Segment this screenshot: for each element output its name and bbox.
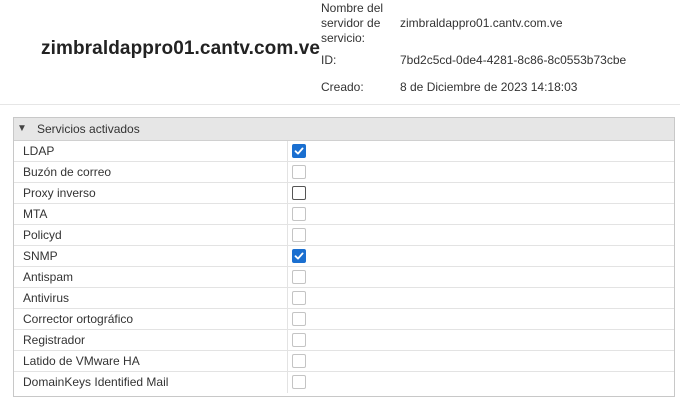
service-name-label-line: servicio: xyxy=(321,31,366,45)
service-label: Proxy inverso xyxy=(23,186,96,200)
service-label: Buzón de correo xyxy=(23,165,112,179)
column-divider xyxy=(287,183,288,203)
service-row: SNMP xyxy=(14,246,674,267)
column-divider xyxy=(287,288,288,308)
service-row: Antispam xyxy=(14,267,674,288)
service-row: LDAP xyxy=(14,141,674,162)
service-checkbox xyxy=(292,270,306,284)
service-label: Registrador xyxy=(23,333,86,347)
column-divider xyxy=(287,372,288,393)
service-row: Proxy inverso xyxy=(14,183,674,204)
service-label: Policyd xyxy=(23,228,62,242)
service-label: Antivirus xyxy=(23,291,70,305)
column-divider xyxy=(287,204,288,224)
service-checkbox xyxy=(292,228,306,242)
checkmark-icon xyxy=(294,252,304,260)
column-divider xyxy=(287,225,288,245)
id-value: 7bd2c5cd-0de4-4281-8c86-8c0553b73cbe xyxy=(400,53,627,67)
services-panel-title: Servicios activados xyxy=(37,122,140,136)
service-checkbox xyxy=(292,291,306,305)
services-panel-header[interactable]: ▼ Servicios activados xyxy=(14,118,674,141)
column-divider xyxy=(287,162,288,182)
service-label: MTA xyxy=(23,207,48,221)
service-checkbox[interactable] xyxy=(292,186,306,200)
service-row: MTA xyxy=(14,204,674,225)
service-label: Latido de VMware HA xyxy=(23,354,140,368)
column-divider xyxy=(287,330,288,350)
services-list: LDAP Buzón de correo Proxy inverso MTA Polic… xyxy=(14,141,674,393)
service-name-value: zimbraldappro01.cantv.com.ve xyxy=(400,16,563,30)
services-panel: ▼ Servicios activados LDAP Buzón de corre… xyxy=(13,117,675,397)
service-checkbox xyxy=(292,375,306,389)
id-label: ID: xyxy=(321,53,337,67)
service-label: DomainKeys Identified Mail xyxy=(23,375,169,389)
service-checkbox[interactable] xyxy=(292,144,306,158)
server-name-title: zimbraldappro01.cantv.com.ve xyxy=(41,38,321,59)
service-row: Buzón de correo xyxy=(14,162,674,183)
service-checkbox xyxy=(292,333,306,347)
service-checkbox xyxy=(292,207,306,221)
column-divider xyxy=(287,141,288,161)
service-row: DomainKeys Identified Mail xyxy=(14,372,674,393)
service-label: LDAP xyxy=(23,144,55,158)
service-checkbox[interactable] xyxy=(292,249,306,263)
service-name-label-line: Nombre del xyxy=(321,1,384,15)
server-header: zimbraldappro01.cantv.com.ve Nombre del … xyxy=(0,0,680,105)
service-row: Policyd xyxy=(14,225,674,246)
service-checkbox xyxy=(292,354,306,368)
collapse-triangle-icon[interactable]: ▼ xyxy=(17,118,27,140)
service-label: Corrector ortográfico xyxy=(23,312,134,326)
column-divider xyxy=(287,351,288,371)
service-row: Antivirus xyxy=(14,288,674,309)
service-row: Corrector ortográfico xyxy=(14,309,674,330)
service-checkbox xyxy=(292,165,306,179)
service-name-label: Nombre del servidor de servicio: xyxy=(321,1,383,46)
column-divider xyxy=(287,246,288,266)
column-divider xyxy=(287,309,288,329)
service-name-label-line: servidor de xyxy=(321,16,381,30)
service-row: Latido de VMware HA xyxy=(14,351,674,372)
created-value: 8 de Diciembre de 2023 14:18:03 xyxy=(400,80,578,94)
service-row: Registrador xyxy=(14,330,674,351)
column-divider xyxy=(287,267,288,287)
checkmark-icon xyxy=(294,147,304,155)
service-checkbox xyxy=(292,312,306,326)
created-label: Creado: xyxy=(321,80,364,94)
service-label: SNMP xyxy=(23,249,58,263)
service-label: Antispam xyxy=(23,270,74,284)
